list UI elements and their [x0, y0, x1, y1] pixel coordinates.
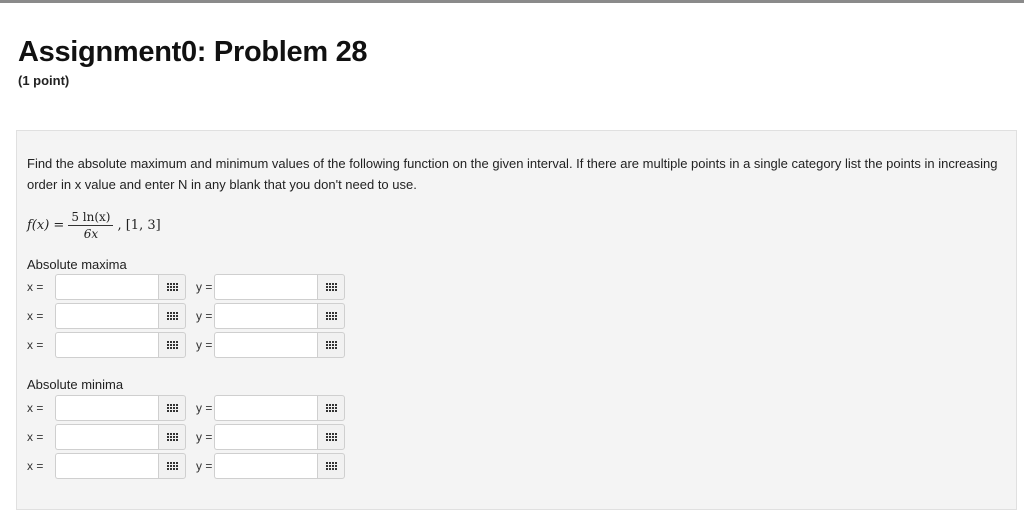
problem-panel: Find the absolute maximum and minimum va… — [16, 130, 1017, 510]
equation-picker-button[interactable] — [317, 395, 345, 421]
minima-y-input[interactable] — [214, 424, 317, 450]
equation-editor-grid-icon — [325, 283, 337, 291]
maxima-x-input[interactable] — [55, 303, 158, 329]
equation-editor-grid-icon — [325, 404, 337, 412]
equation-editor-grid-icon — [325, 433, 337, 441]
function-fraction: 5 ln(x) 6x — [68, 210, 114, 241]
equation-picker-button[interactable] — [317, 453, 345, 479]
x-label: x = — [27, 309, 44, 323]
y-label: y = — [196, 430, 213, 444]
equation-picker-button[interactable] — [158, 453, 186, 479]
minima-y-input[interactable] — [214, 453, 317, 479]
equation-editor-grid-icon — [166, 404, 178, 412]
problem-instructions: Find the absolute maximum and minimum va… — [27, 156, 998, 192]
function-interval: , [1, 3] — [117, 217, 161, 233]
page-title: Assignment0: Problem 28 — [18, 36, 368, 68]
maxima-row: x = y = — [27, 273, 345, 301]
maxima-y-input[interactable] — [214, 303, 317, 329]
x-label: x = — [27, 280, 44, 294]
equation-editor-grid-icon — [166, 283, 178, 291]
equation-editor-grid-icon — [325, 462, 337, 470]
maxima-x-input[interactable] — [55, 274, 158, 300]
y-label: y = — [196, 338, 213, 352]
function-formula: f(x) = 5 ln(x) 6x , [1, 3] — [27, 205, 161, 245]
minima-x-input[interactable] — [55, 453, 158, 479]
equation-editor-grid-icon — [166, 462, 178, 470]
equation-editor-grid-icon — [325, 312, 337, 320]
equation-editor-grid-icon — [166, 312, 178, 320]
equation-picker-button[interactable] — [158, 424, 186, 450]
x-label: x = — [27, 338, 44, 352]
point-value: (1 point) — [18, 73, 70, 88]
equation-picker-button[interactable] — [317, 274, 345, 300]
x-label: x = — [27, 430, 44, 444]
minima-row: x = y = — [27, 394, 345, 422]
equation-picker-button[interactable] — [158, 274, 186, 300]
maxima-row: x = y = — [27, 331, 345, 359]
y-label: y = — [196, 401, 213, 415]
fraction-numerator: 5 ln(x) — [68, 210, 114, 226]
equation-editor-grid-icon — [166, 341, 178, 349]
minima-row: x = y = — [27, 423, 345, 451]
equation-picker-button[interactable] — [317, 332, 345, 358]
equation-picker-button[interactable] — [158, 332, 186, 358]
y-label: y = — [196, 309, 213, 323]
maxima-row: x = y = — [27, 302, 345, 330]
equation-picker-button[interactable] — [158, 303, 186, 329]
fraction-denominator: 6x — [83, 226, 99, 241]
maxima-x-input[interactable] — [55, 332, 158, 358]
equation-picker-button[interactable] — [158, 395, 186, 421]
top-divider — [0, 0, 1024, 3]
equation-editor-grid-icon — [166, 433, 178, 441]
minima-label: Absolute minima — [27, 377, 124, 392]
minima-row: x = y = — [27, 452, 345, 480]
x-label: x = — [27, 459, 44, 473]
maxima-y-input[interactable] — [214, 332, 317, 358]
minima-x-input[interactable] — [55, 424, 158, 450]
maxima-y-input[interactable] — [214, 274, 317, 300]
y-label: y = — [196, 459, 213, 473]
minima-y-input[interactable] — [214, 395, 317, 421]
maxima-label: Absolute maxima — [27, 257, 127, 272]
function-lhs: f(x) = — [27, 217, 65, 233]
x-label: x = — [27, 401, 44, 415]
y-label: y = — [196, 280, 213, 294]
minima-x-input[interactable] — [55, 395, 158, 421]
equation-editor-grid-icon — [325, 341, 337, 349]
equation-picker-button[interactable] — [317, 424, 345, 450]
equation-picker-button[interactable] — [317, 303, 345, 329]
